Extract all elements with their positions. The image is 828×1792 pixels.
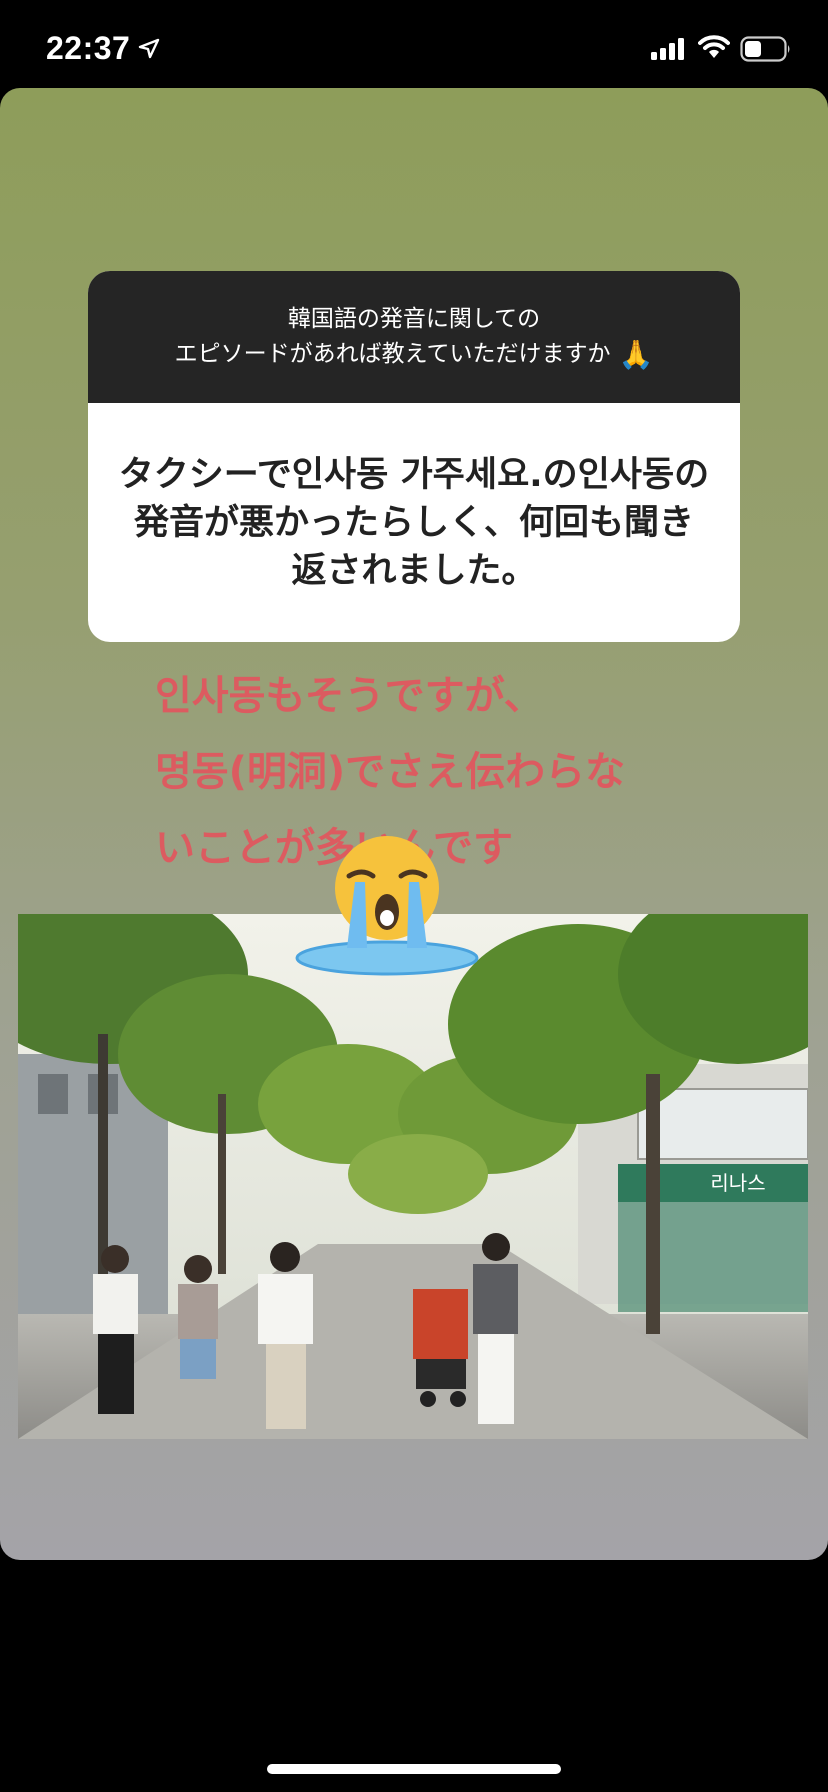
battery-icon — [740, 36, 790, 62]
question-sticker: 韓国語の発音に関しての エピソードがあれば教えていただけますか 🙏 タクシーで인… — [88, 271, 740, 642]
question-line-2: エピソードがあれば教えていただけますか — [174, 341, 611, 367]
wifi-icon — [698, 35, 730, 58]
cellular-signal-icon — [651, 38, 684, 60]
home-indicator[interactable] — [267, 1764, 561, 1774]
shop-sign-text: 리나스 — [710, 1171, 765, 1195]
story-card[interactable]: 韓国語の発音に関しての エピソードがあれば教えていただけますか 🙏 タクシーで인… — [0, 88, 828, 1560]
praying-hands-icon: 🙏 — [618, 338, 654, 371]
status-time: 22:37 — [46, 30, 131, 66]
status-bar: 22:37 — [0, 0, 828, 88]
location-arrow-icon — [138, 38, 160, 59]
street-scene-image: 리나스 — [18, 914, 808, 1439]
crying-face-emoji-icon — [295, 836, 479, 976]
caption-line-2: 명동(明洞)でさえ伝わらな — [155, 749, 626, 795]
caption-line-1: 인사동もそうですが、 — [155, 673, 544, 719]
answer-text: タクシーで인사동 가주세요.の인사동の発音が悪かったらしく、何回も聞き返されまし… — [118, 454, 710, 591]
question-line-1: 韓国語の発音に関しての — [287, 306, 541, 332]
question-header: 韓国語の発音に関しての エピソードがあれば教えていただけますか 🙏 — [88, 271, 740, 403]
